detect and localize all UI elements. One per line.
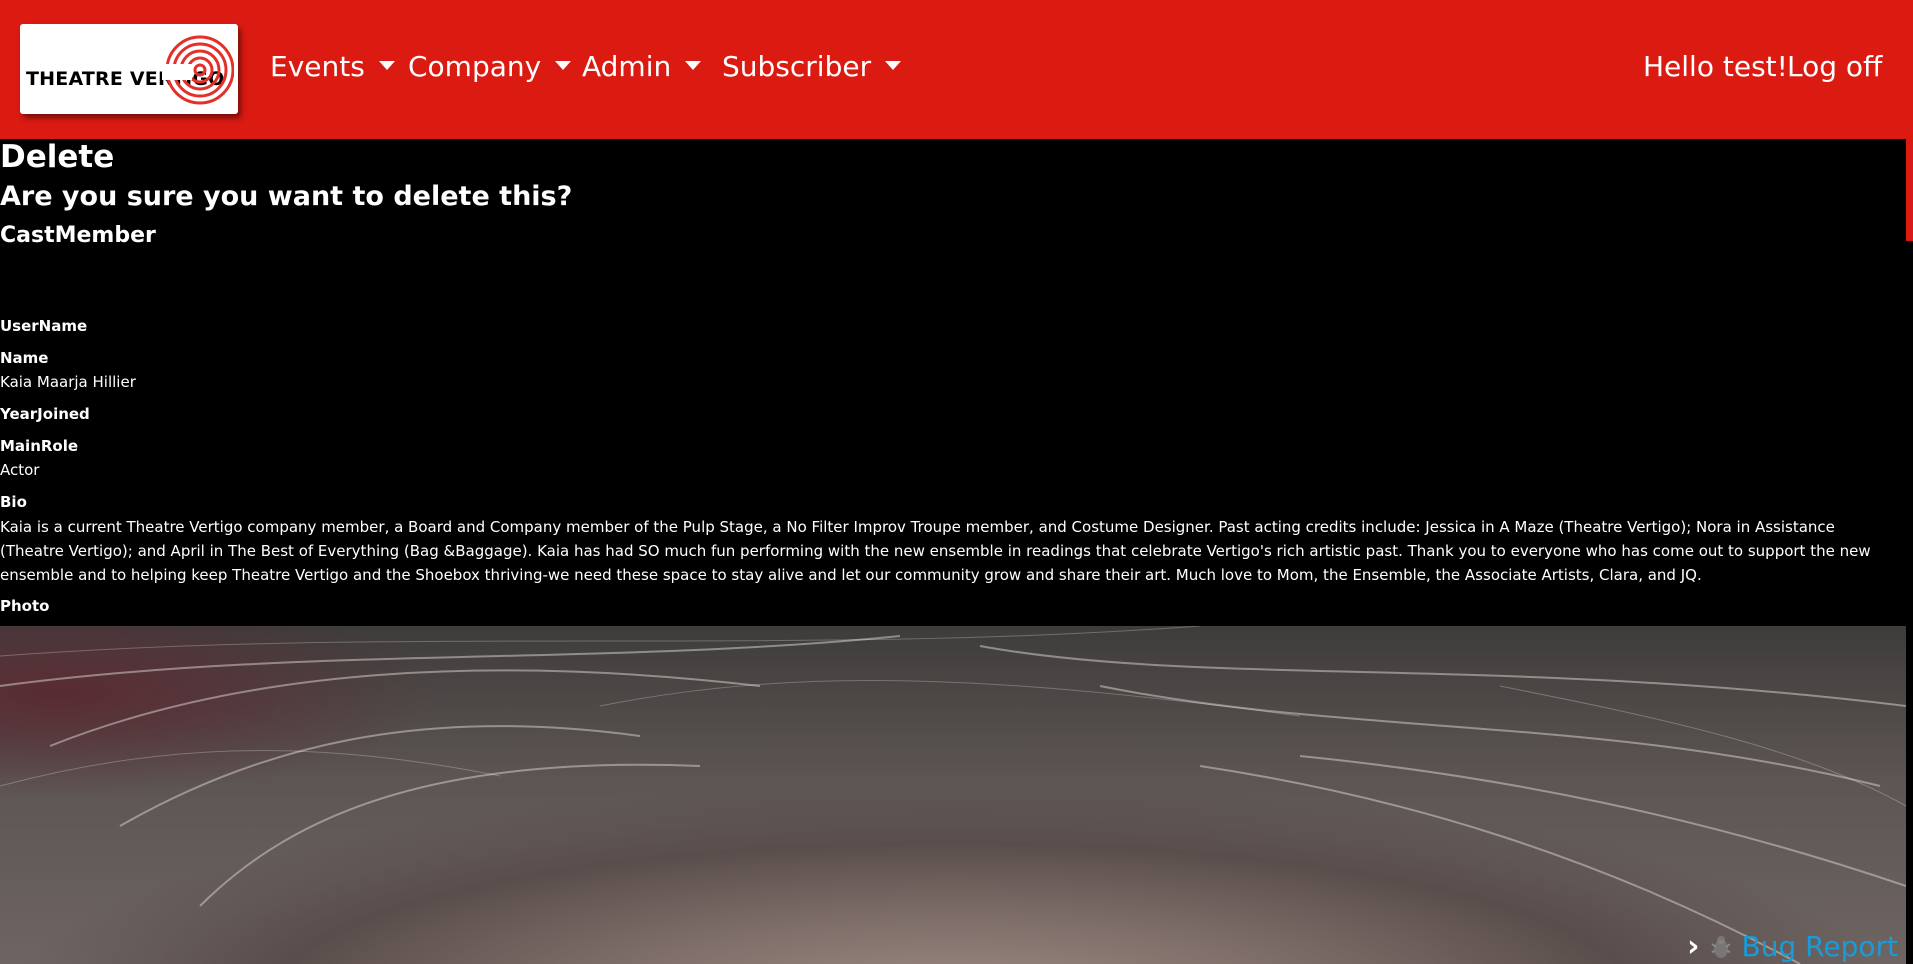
nav-events-dropdown[interactable]: Events [270, 50, 395, 83]
bio-value: Kaia is a current Theatre Vertigo compan… [0, 518, 1871, 584]
caret-down-icon [885, 60, 902, 70]
hello-user-link[interactable]: Hello test! [1643, 50, 1788, 83]
nav-events-label: Events [270, 50, 365, 83]
bug-report-label: Bug Report [1741, 930, 1898, 963]
caret-down-icon [378, 60, 395, 70]
year-joined-label: YearJoined [0, 405, 90, 423]
cast-member-photo: › Bug Report [0, 626, 1906, 964]
log-off-link[interactable]: Log off [1787, 50, 1882, 83]
photo-label: Photo [0, 597, 50, 615]
username-label: UserName [0, 317, 88, 335]
theatre-vertigo-logo[interactable]: THEATRE VERTIGO [20, 24, 238, 114]
confirm-heading: Are you sure you want to delete this? [0, 181, 573, 212]
top-navbar: THEATRE VERTIGO Events Company Admin Sub… [0, 0, 1913, 139]
nav-company-dropdown[interactable]: Company [408, 50, 572, 83]
main-role-value: Actor [0, 461, 40, 479]
bio-label: Bio [0, 493, 27, 511]
bug-report-link[interactable]: › Bug Report [1687, 929, 1898, 964]
page-scrollbar-edge [1906, 139, 1913, 241]
entity-heading: CastMember [0, 223, 156, 248]
nav-company-label: Company [408, 50, 542, 83]
nav-subscriber-label: Subscriber [722, 50, 872, 83]
caret-down-icon [685, 60, 702, 70]
nav-subscriber-dropdown[interactable]: Subscriber [722, 50, 902, 83]
chevron-right-icon: › [1687, 929, 1700, 964]
hair-strands-image [0, 626, 1906, 964]
name-value: Kaia Maarja Hillier [0, 373, 136, 391]
spiral-logo-icon [162, 35, 234, 105]
page-title: Delete [0, 139, 115, 175]
caret-down-icon [555, 60, 572, 70]
name-label: Name [0, 349, 49, 367]
nav-admin-dropdown[interactable]: Admin [582, 50, 702, 83]
nav-admin-label: Admin [582, 50, 672, 83]
bug-icon [1710, 935, 1731, 958]
main-role-label: MainRole [0, 437, 79, 455]
